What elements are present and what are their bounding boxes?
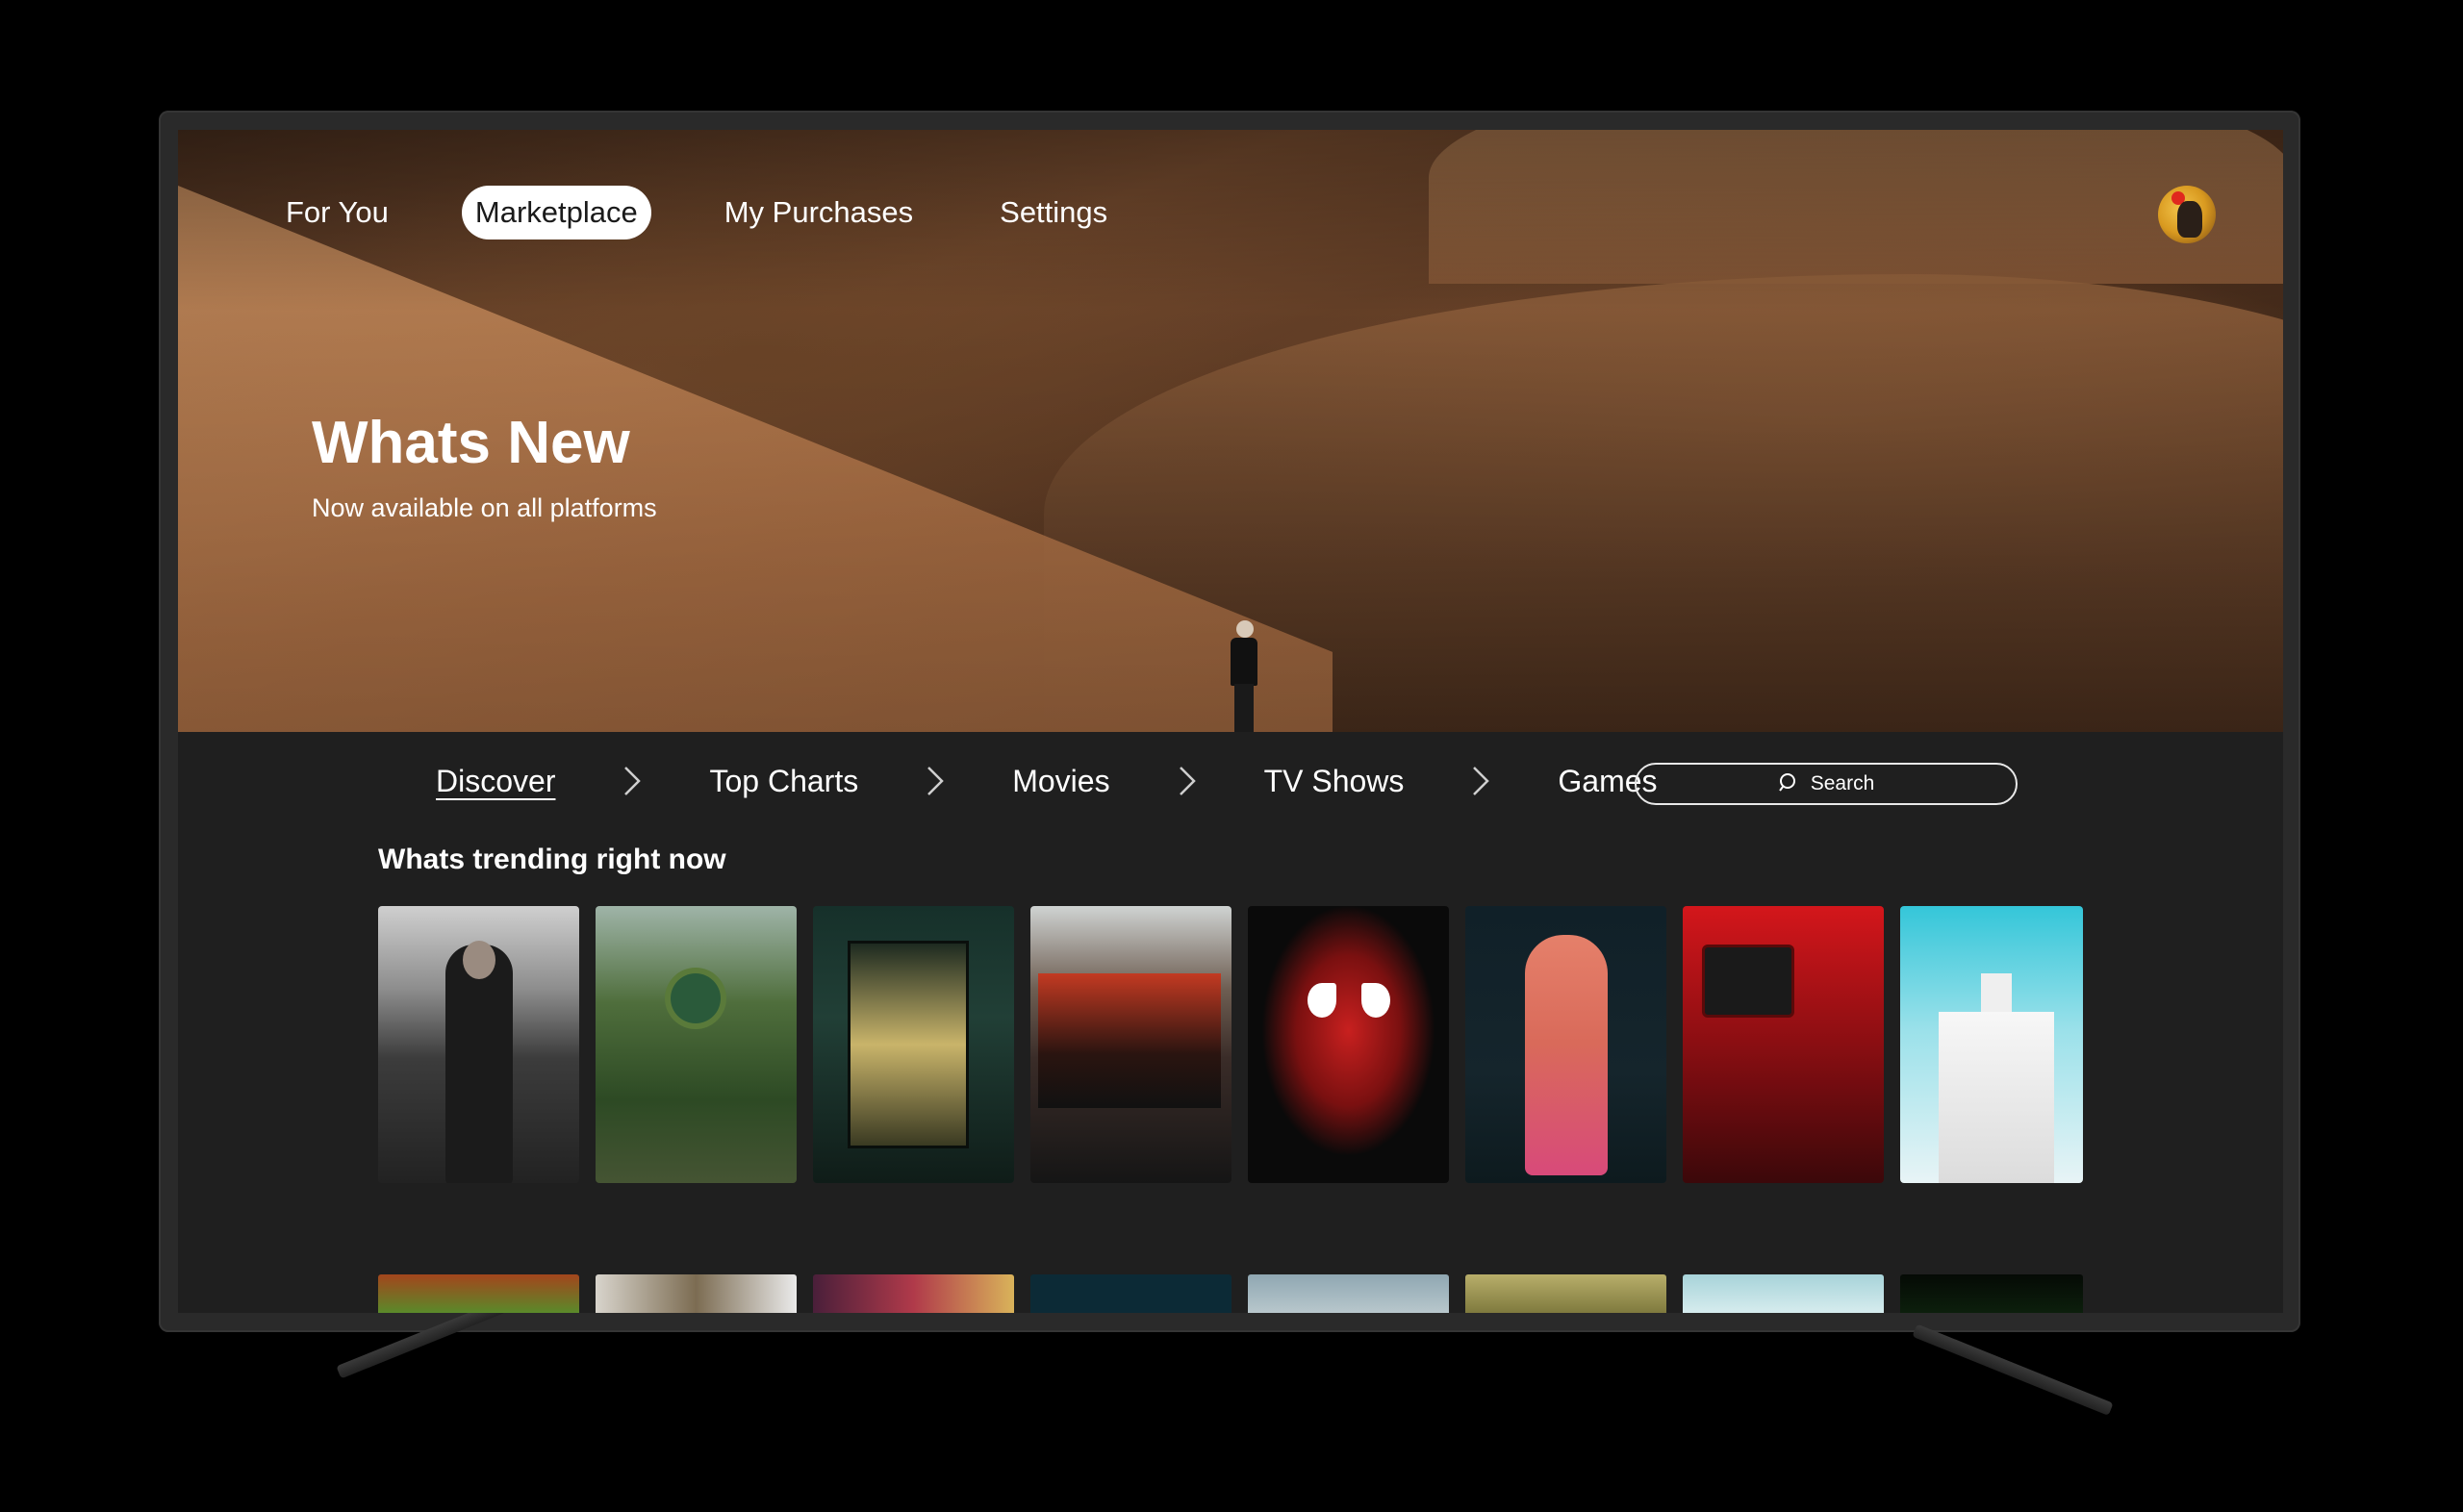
- hero-image-walker: [1227, 620, 1259, 732]
- hero-banner[interactable]: For You Marketplace My Purchases Setting…: [178, 130, 2283, 732]
- search-label: Search: [1810, 772, 1875, 794]
- stage: For You Marketplace My Purchases Setting…: [0, 0, 2463, 1512]
- category-bar: Discover Top Charts Movies TV Shows Game…: [436, 757, 1658, 805]
- poster-card[interactable]: [1248, 1274, 1449, 1313]
- walker-head: [1236, 620, 1254, 638]
- category-tv-shows[interactable]: TV Shows: [1264, 764, 1405, 799]
- poster-figure: [445, 945, 513, 1183]
- chevron-right-icon: [1168, 762, 1206, 800]
- tv-screen: For You Marketplace My Purchases Setting…: [178, 130, 2283, 1313]
- top-nav: For You Marketplace My Purchases Setting…: [272, 186, 1181, 239]
- nav-item-settings[interactable]: Settings: [986, 186, 1121, 239]
- poster-card[interactable]: [1465, 1274, 1666, 1313]
- walker-body: [1231, 638, 1257, 686]
- poster-figure-head: [463, 941, 495, 979]
- nav-item-marketplace[interactable]: Marketplace: [461, 186, 651, 239]
- avatar-figure: [2177, 201, 2202, 238]
- poster-card[interactable]: [1248, 906, 1449, 1183]
- poster-card[interactable]: [378, 1274, 579, 1313]
- chevron-right-icon: [1461, 762, 1500, 800]
- poster-card[interactable]: [1683, 1274, 1884, 1313]
- poster-card[interactable]: [1465, 906, 1666, 1183]
- poster-card[interactable]: [596, 1274, 797, 1313]
- poster-figure: [1525, 935, 1608, 1175]
- second-row: [378, 1274, 2083, 1313]
- trending-title: Whats trending right now: [378, 844, 726, 875]
- poster-card[interactable]: [596, 906, 797, 1183]
- poster-card[interactable]: [1030, 906, 1232, 1183]
- poster-figure: [1038, 973, 1221, 1108]
- trending-row: [378, 906, 2083, 1183]
- poster-card[interactable]: [1900, 1274, 2083, 1313]
- poster-card[interactable]: [813, 1274, 1014, 1313]
- walker-legs: [1234, 684, 1254, 732]
- poster-card[interactable]: [1900, 906, 2083, 1183]
- poster-figure: [1702, 945, 1794, 1018]
- poster-figure: [671, 973, 721, 1023]
- nav-item-for-you[interactable]: For You: [272, 186, 402, 239]
- poster-figure: [1939, 1012, 2054, 1183]
- nav-item-my-purchases[interactable]: My Purchases: [711, 186, 927, 239]
- poster-figure: [848, 941, 969, 1148]
- category-top-charts[interactable]: Top Charts: [709, 764, 858, 799]
- poster-card[interactable]: [1683, 906, 1884, 1183]
- tv-stand-right: [1912, 1323, 2114, 1416]
- avatar[interactable]: [2158, 186, 2216, 243]
- chevron-right-icon: [916, 762, 954, 800]
- poster-card[interactable]: [1030, 1274, 1232, 1313]
- hero-subtitle: Now available on all platforms: [312, 493, 657, 522]
- category-discover[interactable]: Discover: [436, 764, 555, 799]
- poster-figure: [1308, 983, 1336, 1018]
- category-movies[interactable]: Movies: [1012, 764, 1109, 799]
- hero-title: Whats New: [312, 410, 630, 476]
- poster-figure: [1361, 983, 1390, 1018]
- poster-card[interactable]: [813, 906, 1014, 1183]
- search-icon: [1778, 771, 1799, 797]
- chevron-right-icon: [613, 762, 651, 800]
- poster-card[interactable]: [378, 906, 579, 1183]
- search-input[interactable]: Search: [1635, 763, 2018, 805]
